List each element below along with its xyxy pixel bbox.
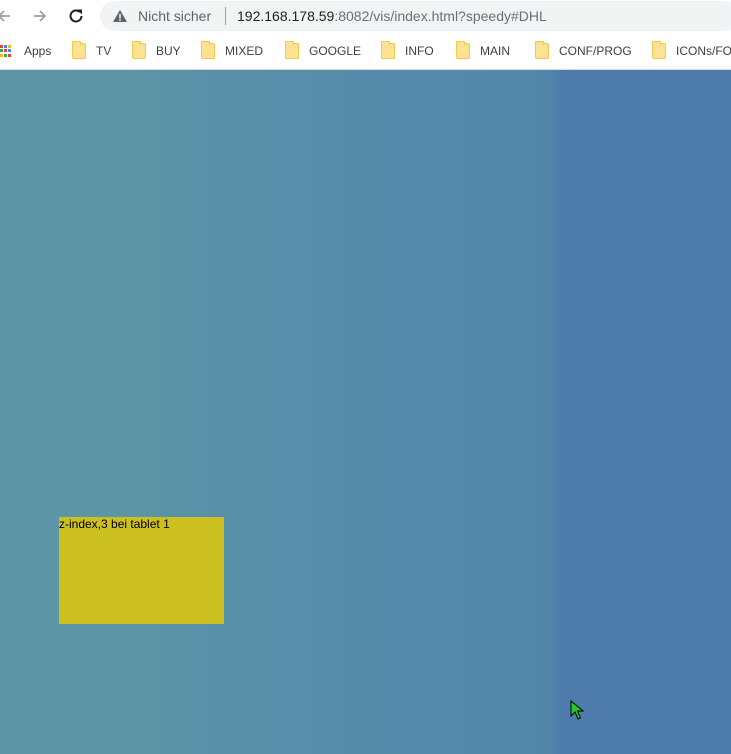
reload-icon bbox=[69, 9, 83, 23]
bookmark-folder-google[interactable]: GOOGLE bbox=[285, 41, 362, 60]
bookmarks-bar: Apps TV BUY MIXED GOOGLE INFO MAIN CONF/… bbox=[0, 33, 731, 70]
folder-icon bbox=[652, 41, 666, 59]
forward-button[interactable] bbox=[28, 4, 52, 28]
bookmark-label: GOOGLE bbox=[309, 44, 362, 58]
arrow-left-icon bbox=[0, 10, 10, 22]
bookmark-label: BUY bbox=[156, 44, 181, 58]
security-status[interactable]: Nicht sicher bbox=[138, 8, 211, 24]
bookmark-folder-buy[interactable]: BUY bbox=[132, 41, 181, 60]
bookmark-label: Apps bbox=[24, 44, 52, 58]
back-button[interactable] bbox=[0, 4, 16, 28]
folder-icon bbox=[381, 41, 395, 59]
url-path: :8082/vis/index.html?speedy#DHL bbox=[334, 8, 547, 24]
bookmark-label: TV bbox=[96, 44, 112, 58]
url-host: 192.168.178.59 bbox=[237, 8, 335, 24]
bookmark-label: CONF/PROG bbox=[559, 44, 632, 58]
bookmark-folder-info[interactable]: INFO bbox=[381, 41, 434, 60]
folder-icon bbox=[535, 41, 549, 59]
browser-toolbar: Nicht sicher 192.168.178.59:8082/vis/ind… bbox=[0, 0, 731, 33]
folder-icon bbox=[72, 41, 86, 59]
bookmark-label: ICONs/FO bbox=[676, 44, 731, 58]
folder-icon bbox=[132, 41, 146, 59]
z-index-widget: z-index,3 bei tablet 1 bbox=[59, 517, 224, 624]
page-content: z-index,3 bei tablet 1 bbox=[0, 70, 731, 754]
divider bbox=[225, 7, 226, 25]
mouse-pointer-icon bbox=[570, 700, 584, 720]
apps-grid-icon bbox=[0, 45, 12, 57]
bookmark-label: INFO bbox=[405, 44, 434, 58]
bookmark-folder-mixed[interactable]: MIXED bbox=[201, 41, 264, 60]
folder-icon bbox=[201, 41, 215, 59]
bookmark-folder-conf-prog[interactable]: CONF/PROG bbox=[535, 41, 632, 60]
folder-icon bbox=[285, 41, 299, 59]
bookmark-label: MAIN bbox=[480, 44, 510, 58]
bookmark-folder-main[interactable]: MAIN bbox=[456, 41, 510, 60]
widget-text: z-index,3 bei tablet 1 bbox=[59, 517, 170, 531]
warning-triangle-icon[interactable] bbox=[112, 8, 128, 24]
reload-button[interactable] bbox=[64, 4, 88, 28]
address-bar[interactable]: Nicht sicher 192.168.178.59:8082/vis/ind… bbox=[100, 1, 731, 31]
folder-icon bbox=[456, 41, 470, 59]
bookmark-folder-tv[interactable]: TV bbox=[72, 41, 112, 60]
url-text[interactable]: 192.168.178.59:8082/vis/index.html?speed… bbox=[237, 8, 547, 24]
arrow-right-icon bbox=[34, 10, 47, 22]
bookmark-apps[interactable]: Apps bbox=[0, 42, 51, 60]
bookmark-label: MIXED bbox=[225, 44, 264, 58]
bookmark-folder-icons[interactable]: ICONs/FO bbox=[652, 41, 731, 60]
